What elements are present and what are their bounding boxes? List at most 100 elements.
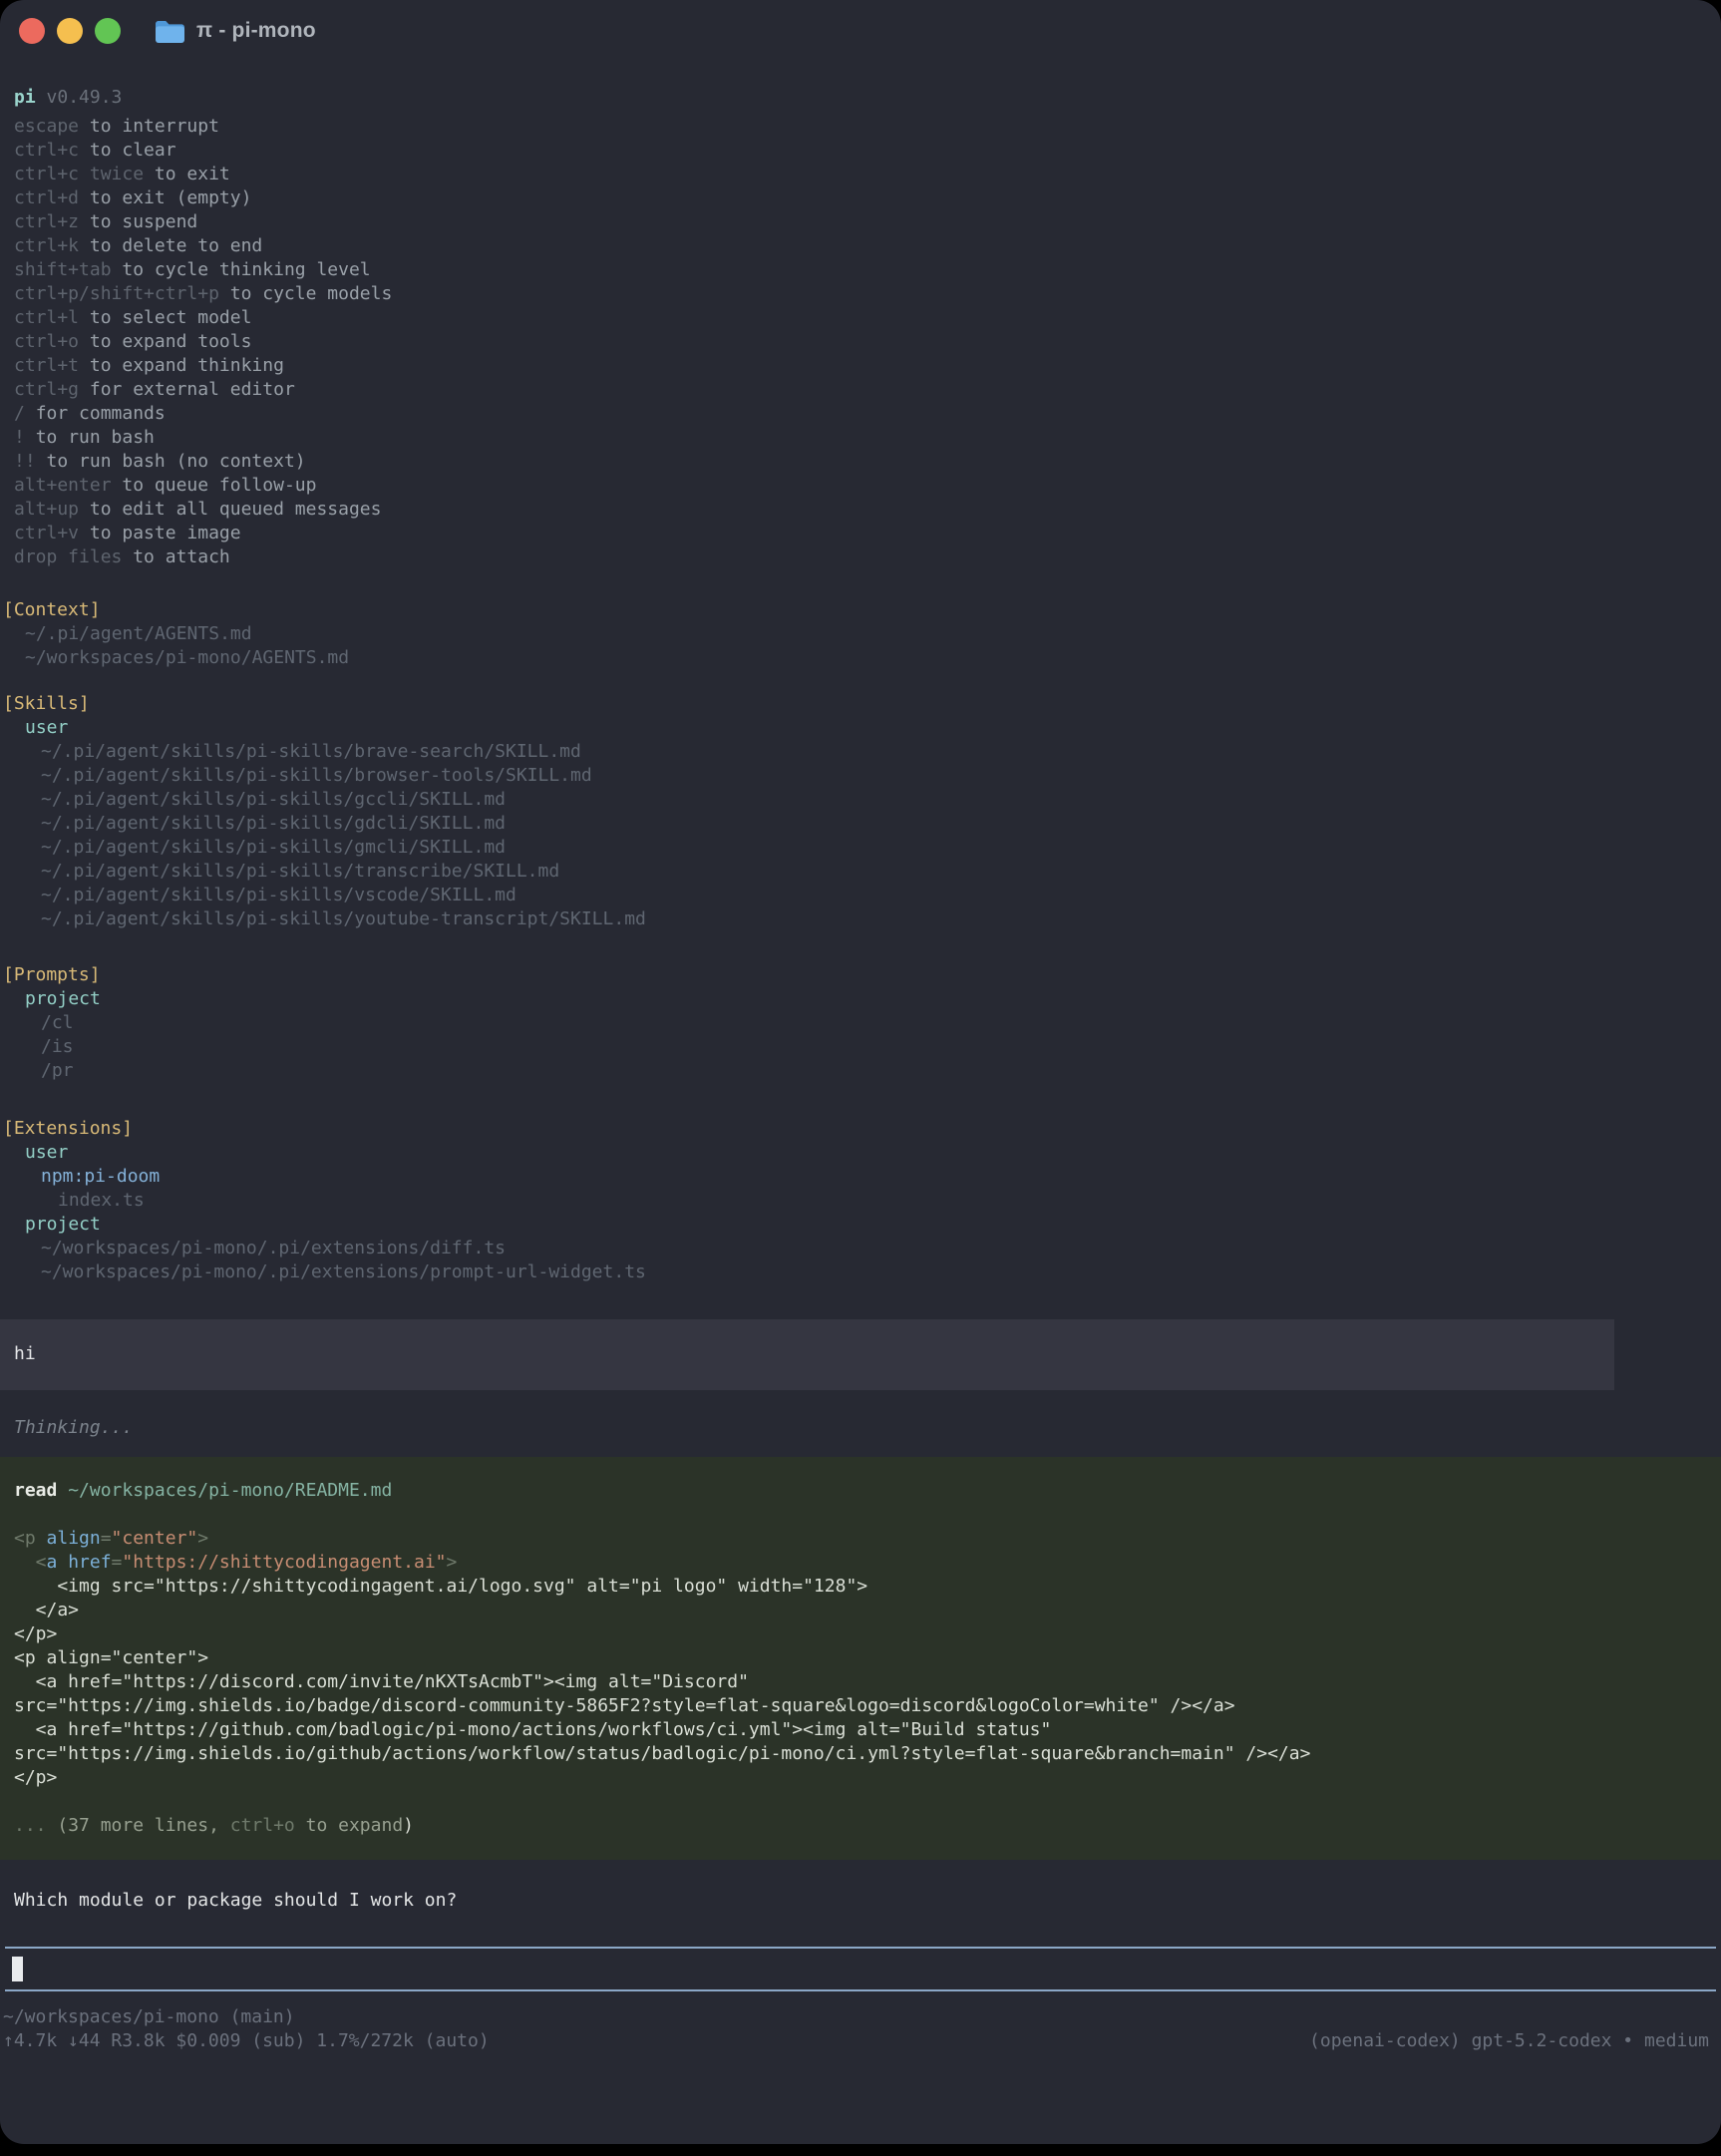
- shortcut-description: to queue follow-up: [122, 475, 316, 496]
- shortcut-key: drop files: [14, 546, 122, 567]
- shortcut-description: to paste image: [90, 523, 241, 543]
- shortcut-description: to expand thinking: [90, 355, 284, 376]
- shortcut-key: ctrl+k: [14, 235, 79, 256]
- prompt-input[interactable]: [5, 1947, 1716, 1991]
- shortcut-row: ctrl+t to expand thinking: [3, 354, 1709, 378]
- terminal-window: π - pi-mono pi v0.49.3 escape to interru…: [0, 0, 1721, 2144]
- skill-path: ~/.pi/agent/skills/pi-skills/youtube-tra…: [3, 907, 1709, 931]
- minimize-button[interactable]: [57, 18, 83, 44]
- cwd-branch: ~/workspaces/pi-mono (main): [3, 2005, 1709, 2029]
- shortcut-row: ctrl+c twice to exit: [3, 163, 1709, 186]
- code-line: <img src="https://shittycodingagent.ai/l…: [14, 1575, 1721, 1599]
- context-section: [Context] ~/.pi/agent/AGENTS.md~/workspa…: [3, 598, 1709, 670]
- shortcut-description: to delete to end: [90, 235, 262, 256]
- shortcut-row: ctrl+l to select model: [3, 306, 1709, 330]
- session-log: pi v0.49.3 escape to interruptctrl+c to …: [0, 62, 1721, 2053]
- zoom-button[interactable]: [95, 18, 121, 44]
- code-line: src="https://img.shields.io/github/actio…: [14, 1742, 1721, 1766]
- skill-path: ~/.pi/agent/skills/pi-skills/gccli/SKILL…: [3, 788, 1709, 812]
- shortcut-row: escape to interrupt: [3, 115, 1709, 139]
- prompt-items: /cl/is/pr: [3, 1011, 1709, 1083]
- extension-path: ~/workspaces/pi-mono/.pi/extensions/diff…: [3, 1237, 1709, 1260]
- context-path: ~/workspaces/pi-mono/AGENTS.md: [3, 646, 1709, 670]
- shortcut-row: ctrl+d to exit (empty): [3, 186, 1709, 210]
- thinking-indicator: Thinking...: [3, 1416, 1709, 1440]
- shortcut-row: ctrl+v to paste image: [3, 522, 1709, 545]
- shortcut-key: ctrl+t: [14, 355, 79, 376]
- prompts-scope: project: [3, 987, 1709, 1011]
- file-preview: <p align="center"> <a href="https://shit…: [14, 1527, 1721, 1790]
- code-line: <a href="https://discord.com/invite/nKXT…: [14, 1670, 1721, 1694]
- shortcut-key: shift+tab: [14, 259, 112, 280]
- extensions-user-scope: user: [3, 1141, 1709, 1165]
- shortcut-description: to run bash: [36, 427, 155, 448]
- code-line: </p>: [14, 1622, 1721, 1646]
- shortcut-key: /: [14, 403, 25, 424]
- shortcut-description: to edit all queued messages: [90, 499, 382, 520]
- extensions-project-scope: project: [3, 1213, 1709, 1237]
- tool-name: read: [14, 1480, 57, 1501]
- shortcut-key: alt+enter: [14, 475, 112, 496]
- shortcut-key: ctrl+c: [14, 140, 79, 161]
- shortcut-row: drop files to attach: [3, 545, 1709, 569]
- skill-path: ~/.pi/agent/skills/pi-skills/vscode/SKIL…: [3, 884, 1709, 907]
- window-title: π - pi-mono: [196, 19, 316, 43]
- context-path: ~/.pi/agent/AGENTS.md: [3, 622, 1709, 646]
- skills-section: [Skills] user ~/.pi/agent/skills/pi-skil…: [3, 692, 1709, 931]
- shortcut-description: to suspend: [90, 211, 197, 232]
- app-name: pi: [14, 87, 36, 108]
- token-usage-stats: ↑4.7k ↓44 R3.8k $0.009 (sub) 1.7%/272k (…: [3, 2029, 490, 2053]
- tool-call-read-block: read ~/workspaces/pi-mono/README.md <p a…: [0, 1457, 1721, 1860]
- extension-npm-package: npm:pi-doom: [3, 1165, 1709, 1189]
- blank-line: [14, 1790, 1721, 1814]
- shortcut-key: !: [14, 427, 25, 448]
- extension-npm-file: index.ts: [3, 1189, 1709, 1213]
- skills-header: [Skills]: [3, 692, 1709, 716]
- shortcut-description: to attach: [133, 546, 230, 567]
- shortcut-description: to exit (empty): [90, 187, 252, 208]
- code-line: <p align="center">: [14, 1527, 1721, 1551]
- shortcut-description: for external editor: [90, 379, 295, 400]
- shortcut-key: ctrl+v: [14, 523, 79, 543]
- shortcut-description: to exit: [155, 164, 230, 184]
- truncation-hint: ... (37 more lines, ctrl+o to expand): [14, 1814, 1721, 1838]
- shortcut-row: ctrl+g for external editor: [3, 378, 1709, 402]
- extensions-section: [Extensions] user npm:pi-doom index.ts p…: [3, 1117, 1709, 1284]
- shortcut-description: to interrupt: [90, 116, 219, 137]
- context-paths: ~/.pi/agent/AGENTS.md~/workspaces/pi-mon…: [3, 622, 1709, 670]
- prompt-item: /cl: [3, 1011, 1709, 1035]
- shortcut-description: to select model: [90, 307, 252, 328]
- shortcut-row: shift+tab to cycle thinking level: [3, 258, 1709, 282]
- shortcut-row: ! to run bash: [3, 426, 1709, 450]
- assistant-message: Which module or package should I work on…: [3, 1889, 1709, 1913]
- prompt-item: /is: [3, 1035, 1709, 1059]
- code-line: <p align="center">: [14, 1646, 1721, 1670]
- shortcut-key: ctrl+c twice: [14, 164, 144, 184]
- skill-path: ~/.pi/agent/skills/pi-skills/gmcli/SKILL…: [3, 836, 1709, 860]
- shortcut-description: for commands: [36, 403, 166, 424]
- code-line: </p>: [14, 1766, 1721, 1790]
- traffic-lights: [19, 18, 121, 44]
- close-button[interactable]: [19, 18, 45, 44]
- shortcut-description: to cycle thinking level: [122, 259, 370, 280]
- folder-icon: [155, 19, 185, 44]
- shortcut-description: to clear: [90, 140, 176, 161]
- skill-path: ~/.pi/agent/skills/pi-skills/brave-searc…: [3, 740, 1709, 764]
- status-line-2: ↑4.7k ↓44 R3.8k $0.009 (sub) 1.7%/272k (…: [3, 2029, 1709, 2053]
- shortcut-key: ctrl+d: [14, 187, 79, 208]
- provider-model-label: (openai-codex) gpt-5.2-codex • medium: [1309, 2029, 1709, 2053]
- shortcut-key: ctrl+o: [14, 331, 79, 352]
- shortcut-row: ctrl+o to expand tools: [3, 330, 1709, 354]
- shortcut-row: ctrl+p/shift+ctrl+p to cycle models: [3, 282, 1709, 306]
- skills-scope: user: [3, 716, 1709, 740]
- shortcut-key: !!: [14, 451, 36, 472]
- shortcut-row: alt+up to edit all queued messages: [3, 498, 1709, 522]
- shortcut-row: ctrl+z to suspend: [3, 210, 1709, 234]
- code-line: <a href="https://shittycodingagent.ai">: [14, 1551, 1721, 1575]
- shortcut-row: ctrl+c to clear: [3, 139, 1709, 163]
- blank-line: [14, 1503, 1721, 1527]
- prompts-section: [Prompts] project /cl/is/pr: [3, 963, 1709, 1083]
- shortcut-key: escape: [14, 116, 79, 137]
- skills-paths: ~/.pi/agent/skills/pi-skills/brave-searc…: [3, 740, 1709, 931]
- extension-path: ~/workspaces/pi-mono/.pi/extensions/prom…: [3, 1260, 1709, 1284]
